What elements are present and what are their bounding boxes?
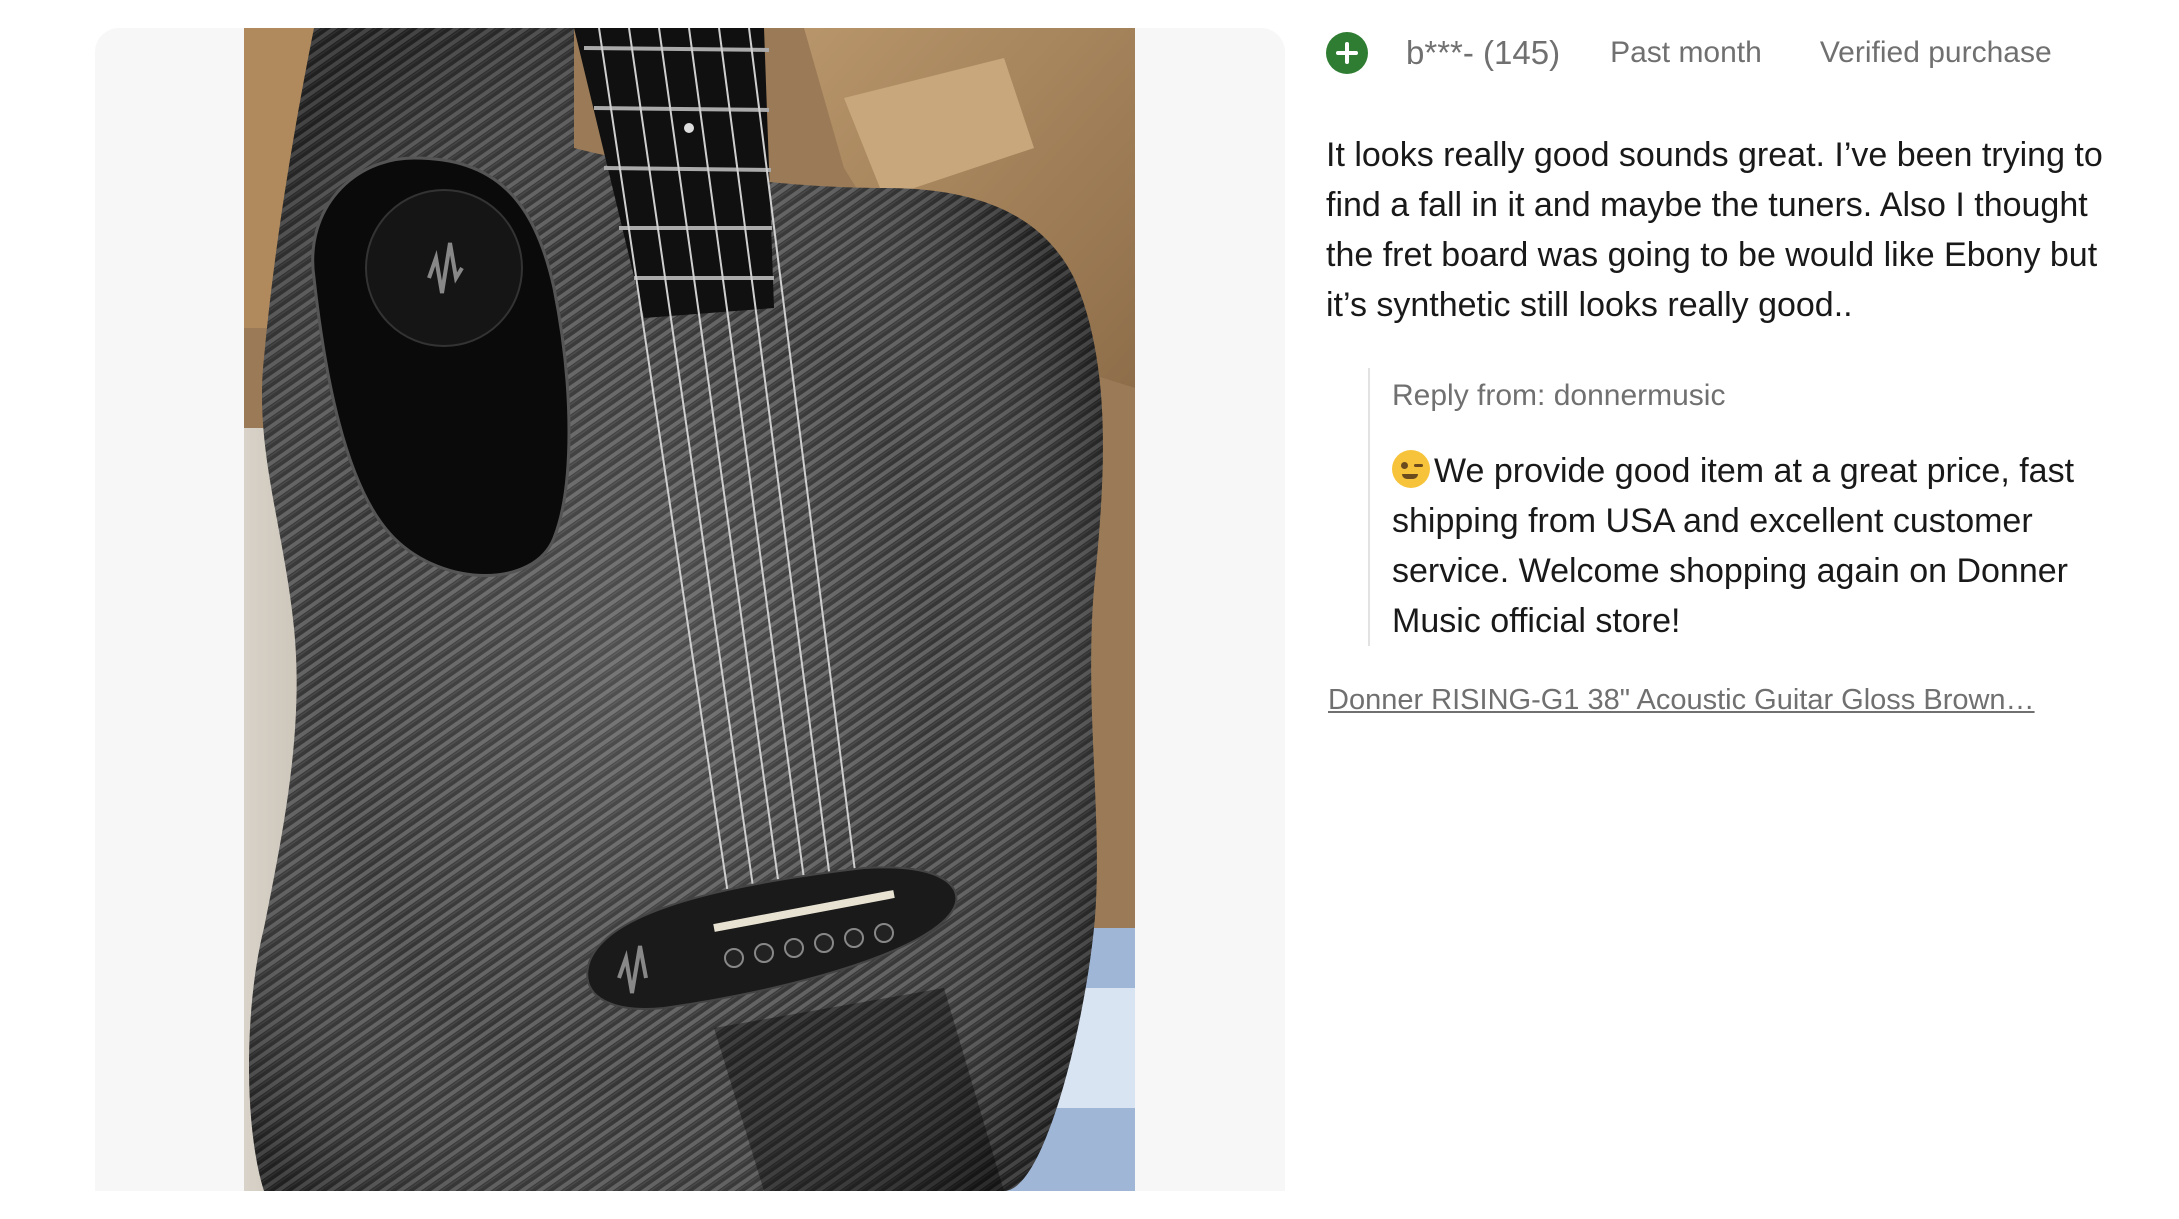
- reply-from-label: Reply from: donnermusic: [1392, 379, 1726, 412]
- reply-text: We provide good item at a great price, f…: [1392, 452, 2075, 640]
- review-photo[interactable]: [244, 28, 1135, 1191]
- review-text: It looks really good sounds great. I’ve …: [1326, 136, 2103, 324]
- review-header: b***- (145) Past month Verified purchase: [1326, 28, 2126, 78]
- guitar-photo-image: [244, 28, 1135, 1191]
- review: b***- (145) Past month Verified purchase…: [1326, 28, 2126, 717]
- seller-reply: Reply from: donnermusic We provide good …: [1368, 368, 2142, 646]
- reviewer-name[interactable]: b***- (145): [1406, 34, 1560, 72]
- review-photo-panel: [95, 28, 1285, 1191]
- reply-text-block: We provide good item at a great price, f…: [1392, 446, 2142, 646]
- winking-face-icon: [1392, 450, 1430, 488]
- product-link[interactable]: Donner RISING-G1 38" Acoustic Guitar Glo…: [1328, 684, 2064, 717]
- review-date: Past month: [1610, 36, 1762, 69]
- plus-icon[interactable]: [1326, 32, 1368, 74]
- verified-purchase-badge: Verified purchase: [1819, 36, 2052, 69]
